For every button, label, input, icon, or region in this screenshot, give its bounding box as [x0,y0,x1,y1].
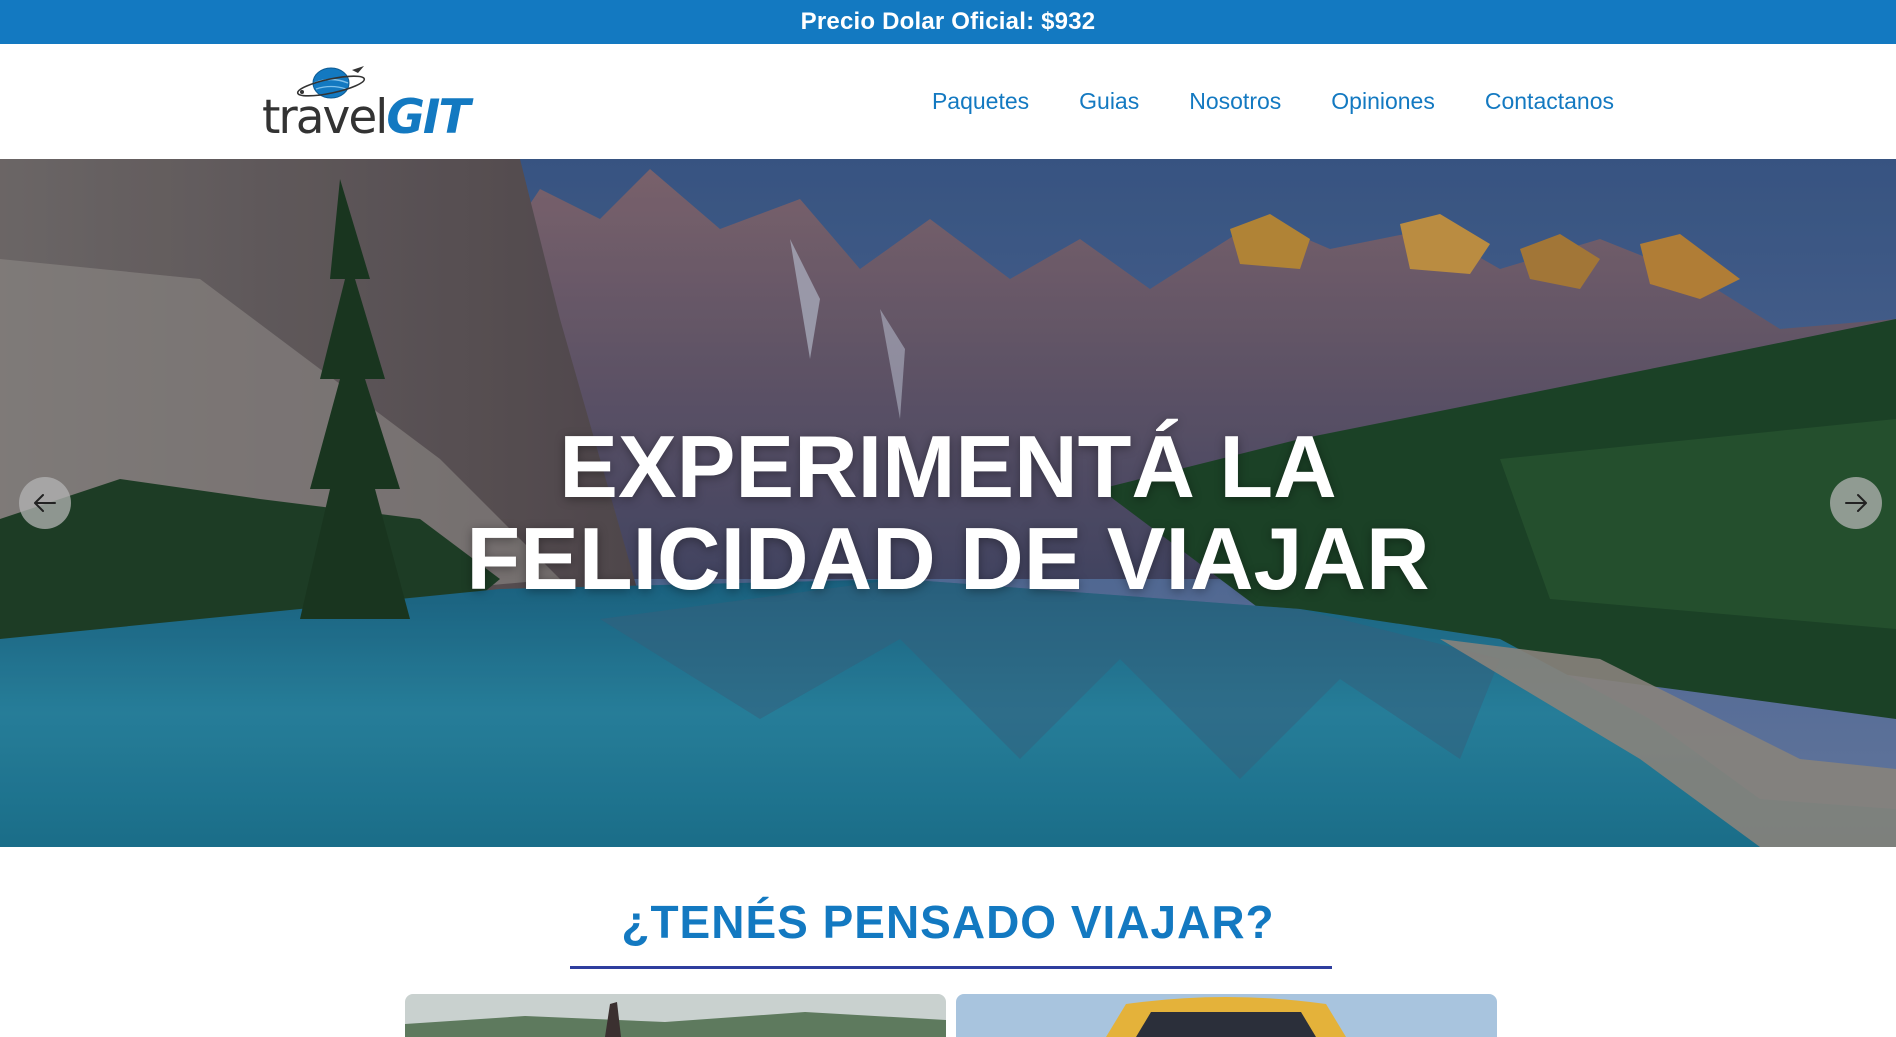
section-title: ¿TENÉS PENSADO VIAJAR? [621,896,1275,948]
nav-link-opiniones[interactable]: Opiniones [1331,88,1435,115]
arrow-right-icon [1845,494,1867,512]
nav-link-guias[interactable]: Guias [1079,88,1139,115]
package-card-image [405,994,946,1037]
hero-title: EXPERIMENTÁ LA FELICIDAD DE VIAJAR [0,421,1896,605]
site-header: travelGIT Paquetes Guias Nosotros Opinio… [0,44,1896,159]
main-nav: Paquetes Guias Nosotros Opiniones Contac… [882,44,1614,159]
carousel-next-button[interactable] [1830,477,1882,529]
section-title-underline [570,966,1332,969]
nav-link-paquetes[interactable]: Paquetes [932,88,1029,115]
site-logo[interactable]: travelGIT [262,62,470,147]
hero-carousel: EXPERIMENTÁ LA FELICIDAD DE VIAJAR [0,159,1896,847]
arrow-left-icon [34,494,56,512]
package-card[interactable] [956,994,1497,1037]
hero-title-line2: FELICIDAD DE VIAJAR [466,509,1430,608]
package-card[interactable] [405,994,946,1037]
nav-link-contactanos[interactable]: Contactanos [1485,88,1614,115]
dollar-price-text: Precio Dolar Oficial: $932 [800,8,1096,35]
hero-title-line1: EXPERIMENTÁ LA [559,417,1337,516]
nav-link-nosotros[interactable]: Nosotros [1189,88,1281,115]
logo-wordmark: travelGIT [262,90,470,145]
package-card-image [956,994,1497,1037]
carousel-prev-button[interactable] [19,477,71,529]
dollar-price-bar: Precio Dolar Oficial: $932 [0,0,1896,44]
